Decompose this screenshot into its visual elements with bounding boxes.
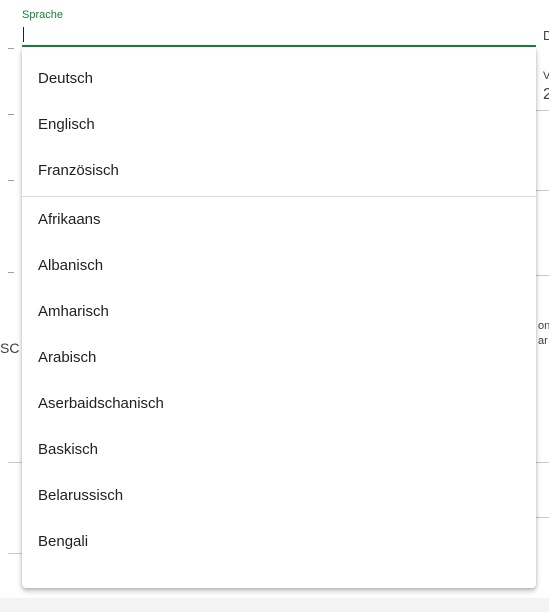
background-text: ar (538, 335, 548, 347)
language-option-franzoesisch[interactable]: Französisch (22, 148, 536, 194)
language-option-baskisch[interactable]: Baskisch (22, 427, 536, 473)
background-divider (536, 110, 549, 111)
language-select[interactable]: Sprache (22, 0, 536, 48)
language-option-aserbaidschanisch[interactable]: Aserbaidschanisch (22, 381, 536, 427)
language-option-amharisch[interactable]: Amharisch (22, 289, 536, 335)
language-option-bengali[interactable]: Bengali (22, 519, 536, 565)
background-text: D (543, 28, 549, 43)
background-text: 2 (543, 86, 549, 103)
background-divider (8, 48, 14, 49)
background-divider (8, 180, 14, 181)
language-option-belarussisch[interactable]: Belarussisch (22, 473, 536, 519)
background-divider (8, 272, 14, 273)
background-divider (536, 462, 549, 463)
language-option-afrikaans[interactable]: Afrikaans (22, 196, 536, 243)
text-cursor (23, 27, 24, 42)
language-option-englisch[interactable]: Englisch (22, 102, 536, 148)
background-footer (0, 598, 549, 612)
background-text: SC (0, 340, 20, 356)
background-divider (8, 114, 14, 115)
language-option-arabisch[interactable]: Arabisch (22, 335, 536, 381)
background-divider (536, 190, 549, 191)
language-option-albanisch[interactable]: Albanisch (22, 243, 536, 289)
language-select-label: Sprache (22, 9, 63, 21)
background-text: V (543, 70, 549, 82)
language-dropdown-menu: Deutsch Englisch Französisch Afrikaans A… (22, 48, 536, 588)
background-divider (536, 275, 549, 276)
background-divider (536, 517, 549, 518)
background-divider (8, 462, 22, 463)
language-option-deutsch[interactable]: Deutsch (22, 56, 536, 102)
background-text: on (538, 320, 549, 332)
field-underline (22, 45, 536, 47)
background-divider (8, 553, 22, 554)
